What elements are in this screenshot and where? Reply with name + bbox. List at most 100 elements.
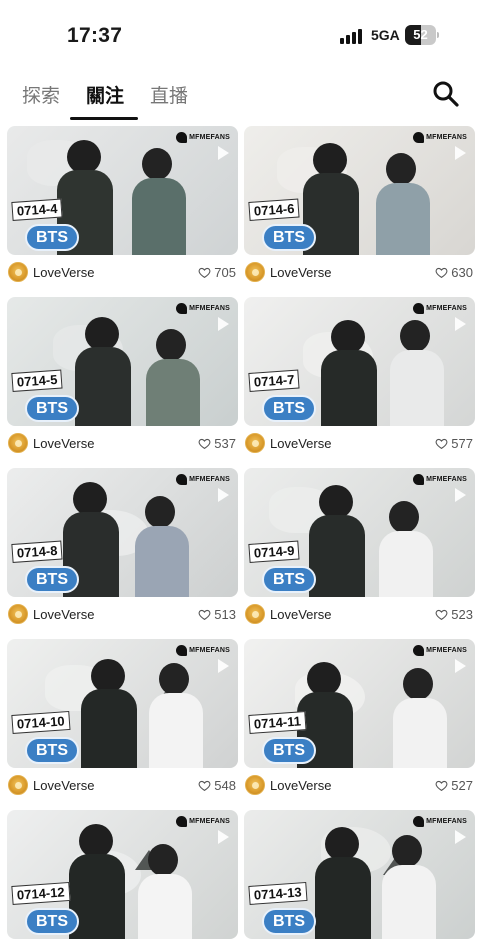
video-thumbnail[interactable]: MFMEFANS 0714-5 BTS [7,297,238,426]
watermark-logo-icon [176,815,188,827]
video-code-label: 0714-8 [11,540,64,563]
author-avatar[interactable] [8,775,28,795]
play-icon [455,317,466,331]
video-thumbnail[interactable]: MFMEFANS 0714-12 BTS [7,810,238,939]
video-card[interactable]: MFMEFANS 0714-5 BTS LoveVerse 537 [7,297,238,468]
video-card[interactable]: MFMEFANS 0714-13 BTS [244,810,475,951]
watermark-text: MFMEFANS [189,646,230,654]
play-icon [455,146,466,160]
author-avatar[interactable] [245,604,265,624]
watermark-logo-icon [176,473,188,485]
video-thumbnail[interactable]: MFMEFANS 0714-7 BTS [244,297,475,426]
author-name[interactable]: LoveVerse [270,265,331,280]
author-avatar[interactable] [8,262,28,282]
like-count-value: 577 [451,436,473,451]
watermark-logo-icon [176,644,188,656]
card-meta: LoveVerse 548 [7,775,238,797]
video-thumbnail[interactable]: MFMEFANS 0714-11 BTS [244,639,475,768]
card-meta: LoveVerse 577 [244,433,475,455]
author-name[interactable]: LoveVerse [33,778,94,793]
video-card[interactable]: MFMEFANS 0714-10 BTS LoveVerse 548 [7,639,238,810]
video-thumbnail[interactable]: MFMEFANS 0714-4 BTS [7,126,238,255]
watermark-text: MFMEFANS [189,817,230,825]
watermark: MFMEFANS [176,129,230,145]
bts-badge: BTS [25,737,79,764]
author-name[interactable]: LoveVerse [33,265,94,280]
search-icon[interactable] [432,80,460,108]
video-code-label: 0714-10 [11,710,71,734]
video-card[interactable]: MFMEFANS 0714-8 BTS LoveVerse 513 [7,468,238,639]
like-count[interactable]: 548 [198,778,236,793]
like-count[interactable]: 513 [198,607,236,622]
watermark-logo-icon [176,302,188,314]
bts-badge: BTS [262,908,316,935]
heart-icon [198,609,211,621]
network-type: 5GA [371,27,400,43]
author-name[interactable]: LoveVerse [270,778,331,793]
card-meta: LoveVerse 527 [244,775,475,797]
like-count[interactable]: 577 [435,436,473,451]
author-avatar[interactable] [245,433,265,453]
watermark-logo-icon [413,644,425,656]
bts-badge: BTS [262,224,316,251]
author-avatar[interactable] [245,262,265,282]
like-count-value: 513 [214,607,236,622]
bts-badge: BTS [262,395,316,422]
status-time: 17:37 [67,24,123,47]
watermark-text: MFMEFANS [426,817,467,825]
video-code-label: 0714-6 [248,198,301,221]
play-icon [218,146,229,160]
video-code-label: 0714-12 [11,881,71,905]
heart-icon [198,438,211,450]
author-name[interactable]: LoveVerse [33,436,94,451]
like-count[interactable]: 523 [435,607,473,622]
bts-badge: BTS [25,395,79,422]
bts-badge: BTS [25,908,79,935]
play-icon [218,659,229,673]
bts-badge: BTS [262,566,316,593]
tab-explore[interactable]: 探索 [22,81,60,108]
tab-live[interactable]: 直播 [150,81,188,108]
watermark-text: MFMEFANS [426,304,467,312]
like-count[interactable]: 705 [198,265,236,280]
watermark-text: MFMEFANS [426,646,467,654]
watermark: MFMEFANS [176,642,230,658]
video-card[interactable]: MFMEFANS 0714-12 BTS [7,810,238,951]
watermark: MFMEFANS [176,813,230,829]
play-icon [218,317,229,331]
author-name[interactable]: LoveVerse [270,436,331,451]
author-avatar[interactable] [245,775,265,795]
watermark: MFMEFANS [413,471,467,487]
video-thumbnail[interactable]: MFMEFANS 0714-10 BTS [7,639,238,768]
play-icon [218,830,229,844]
video-card[interactable]: MFMEFANS 0714-9 BTS LoveVerse 523 [244,468,475,639]
video-thumbnail[interactable]: MFMEFANS 0714-9 BTS [244,468,475,597]
watermark: MFMEFANS [413,300,467,316]
like-count-value: 630 [451,265,473,280]
author-avatar[interactable] [8,433,28,453]
video-code-label: 0714-5 [11,369,64,392]
like-count[interactable]: 537 [198,436,236,451]
like-count[interactable]: 527 [435,778,473,793]
watermark-text: MFMEFANS [426,133,467,141]
author-name[interactable]: LoveVerse [33,607,94,622]
video-thumbnail[interactable]: MFMEFANS 0714-8 BTS [7,468,238,597]
video-card[interactable]: MFMEFANS 0714-7 BTS LoveVerse 577 [244,297,475,468]
like-count-value: 537 [214,436,236,451]
video-card[interactable]: MFMEFANS 0714-4 BTS LoveVerse 705 [7,126,238,297]
like-count[interactable]: 630 [435,265,473,280]
watermark: MFMEFANS [413,813,467,829]
author-name[interactable]: LoveVerse [270,607,331,622]
watermark-logo-icon [413,815,425,827]
video-card[interactable]: MFMEFANS 0714-11 BTS LoveVerse 527 [244,639,475,810]
video-thumbnail[interactable]: MFMEFANS 0714-13 BTS [244,810,475,939]
heart-icon [198,267,211,279]
video-code-label: 0714-4 [11,198,64,221]
video-code-label: 0714-13 [248,881,308,905]
tab-following[interactable]: 關注 [86,81,124,108]
author-avatar[interactable] [8,604,28,624]
video-card[interactable]: MFMEFANS 0714-6 BTS LoveVerse 630 [244,126,475,297]
watermark: MFMEFANS [176,300,230,316]
video-code-label: 0714-9 [248,540,301,563]
video-thumbnail[interactable]: MFMEFANS 0714-6 BTS [244,126,475,255]
